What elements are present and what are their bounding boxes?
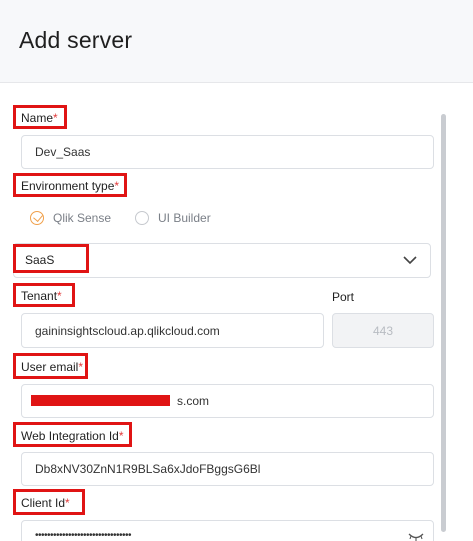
user-email-label-highlight: User email* [13, 353, 88, 379]
name-input[interactable]: Dev_Saas [21, 135, 434, 169]
user-email-label: User email* [21, 360, 84, 374]
port-input: 443 [332, 313, 434, 348]
environment-type-label: Environment type* [21, 179, 120, 193]
environment-type-label-highlight: Environment type* [13, 173, 127, 197]
environment-select-value: SaaS [25, 253, 55, 267]
redaction-bar [31, 395, 170, 406]
client-id-label: Client Id* [21, 496, 70, 510]
client-id-input[interactable]: •••••••••••••••••••••••••••••••• [21, 520, 434, 541]
tenant-label: Tenant* [21, 289, 62, 303]
client-id-label-highlight: Client Id* [13, 489, 85, 515]
port-label: Port [332, 290, 355, 304]
tenant-label-highlight: Tenant* [13, 283, 75, 307]
name-label-highlight: Name* [13, 105, 67, 129]
chevron-down-icon [403, 256, 417, 265]
name-label: Name* [21, 111, 58, 125]
web-integration-id-label-highlight: Web Integration Id* [13, 422, 132, 447]
page-title: Add server [19, 27, 133, 53]
web-integration-id-label: Web Integration Id* [21, 429, 124, 443]
radio-checked-icon [30, 211, 44, 225]
scrollbar[interactable] [441, 114, 446, 532]
radio-qlik-sense[interactable]: Qlik Sense [30, 211, 111, 225]
web-integration-id-input[interactable]: Db8xNV30ZnN1R9BLSa6xJdoFBggsG6Bl [21, 452, 434, 486]
eye-hidden-icon[interactable] [408, 532, 424, 541]
tenant-input[interactable]: gaininsightscloud.ap.qlikcloud.com [21, 313, 324, 348]
radio-ui-builder[interactable]: UI Builder [135, 211, 211, 225]
environment-select-highlight: SaaS [13, 244, 89, 273]
radio-unchecked-icon [135, 211, 149, 225]
dialog-header: Add server [0, 0, 473, 83]
